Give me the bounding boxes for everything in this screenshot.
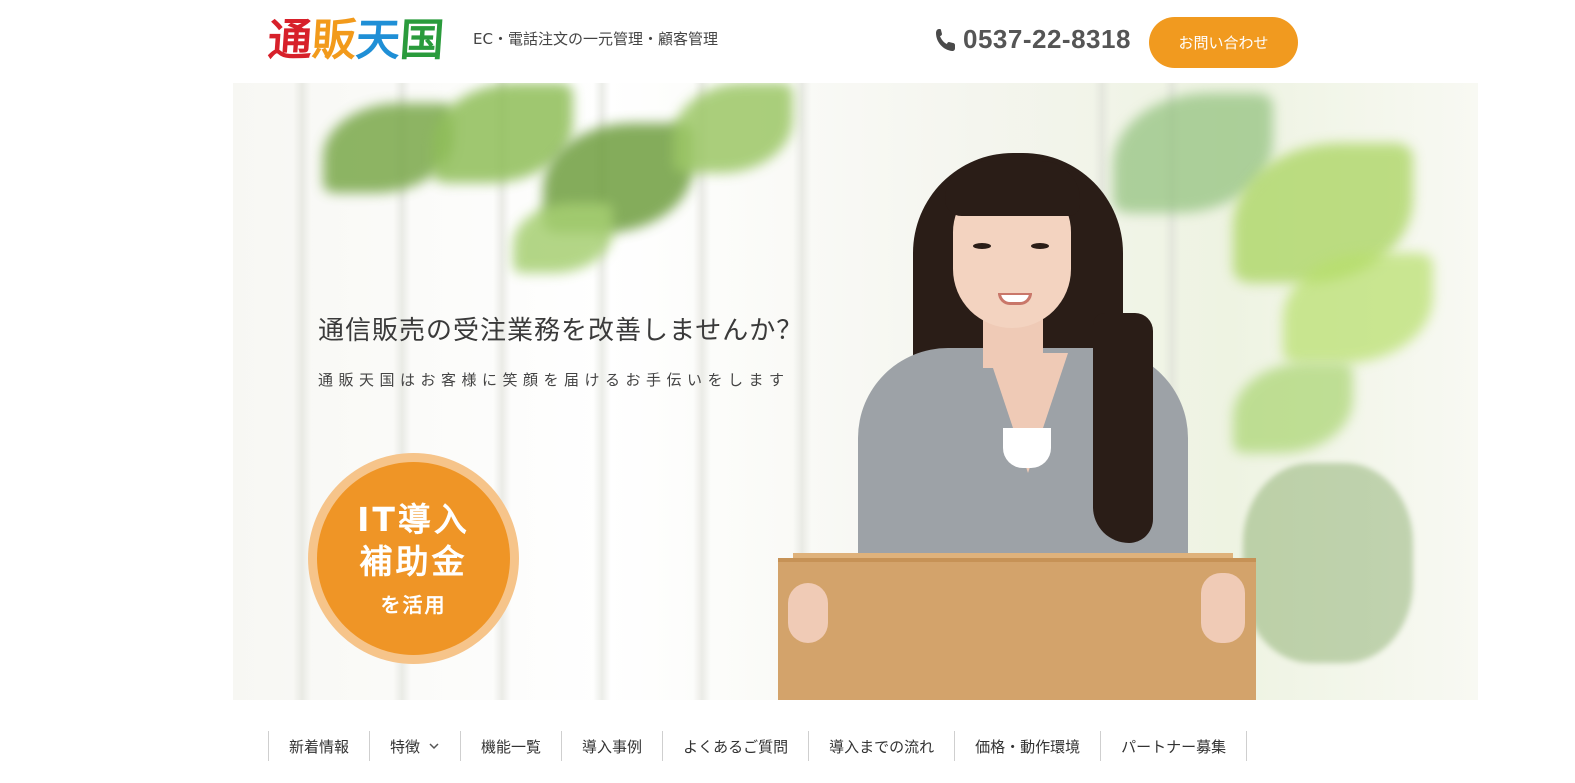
nav-item-label: 導入までの流れ [829,737,935,756]
nav-item-label: 機能一覧 [481,737,542,756]
phone-number[interactable]: 0537-22-8318 [963,24,1131,55]
hero-subtitle: 通販天国はお客様に笑顔を届けるお手伝いをします [318,371,790,389]
nav-item-label: パートナー募集 [1121,737,1227,756]
nav-item-label: 価格・動作環境 [975,737,1081,756]
badge-line-3: を活用 [380,593,447,617]
nav-item-label: 導入事例 [582,737,643,756]
badge-line-2: 補助金 [359,542,468,581]
nav-item-label: 特徴 [390,737,421,756]
badge-line-1: IT導入 [357,500,470,539]
nav-item-faq[interactable]: よくあるご質問 [662,731,808,761]
curtain-decoration [293,83,311,700]
hero-title: 通信販売の受注業務を改善しませんか？ [318,316,804,346]
badge-circle: IT導入 補助金 を活用 [317,462,510,655]
phone-contact[interactable]: 0537-22-8318 [933,24,1131,55]
site-logo[interactable]: 通 販 天 国 [266,15,444,66]
phone-icon [936,28,955,51]
logo-char-1: 通 [266,15,312,66]
nav-item-features[interactable]: 特徴 [369,731,460,761]
nav-item-partners[interactable]: パートナー募集 [1100,731,1248,761]
logo-char-4: 国 [398,15,444,66]
leaf-decoration [1243,463,1413,663]
nav-item-label: よくあるご質問 [683,737,789,756]
nav-item-function-list[interactable]: 機能一覧 [460,731,561,761]
nav-item-label: 新着情報 [289,737,350,756]
contact-button[interactable]: お問い合わせ [1149,17,1298,68]
logo-char-2: 販 [310,15,356,66]
hand [788,583,828,643]
logo-char-3: 天 [354,15,400,66]
curtain-decoration [693,83,711,700]
it-subsidy-badge[interactable]: IT導入 補助金 を活用 [308,453,519,664]
site-tagline: EC・電話注文の一元管理・顧客管理 [473,30,718,48]
cardboard-box [778,558,1256,700]
nav-item-onboarding-flow[interactable]: 導入までの流れ [808,731,954,761]
hand [1201,573,1245,643]
main-navigation: 新着情報 特徴 機能一覧 導入事例 よくあるご質問 導入までの流れ 価格・動作環… [268,731,1248,761]
hero-banner: 通信販売の受注業務を改善しませんか？ 通販天国はお客様に笑顔を届けるお手伝いをし… [233,83,1478,700]
nav-item-case-studies[interactable]: 導入事例 [561,731,662,761]
nav-item-pricing[interactable]: 価格・動作環境 [954,731,1100,761]
nav-item-news[interactable]: 新着情報 [268,731,369,761]
chevron-down-icon [429,743,439,750]
site-header: 通 販 天 国 EC・電話注文の一元管理・顧客管理 0537-22-8318 お… [0,0,1575,83]
